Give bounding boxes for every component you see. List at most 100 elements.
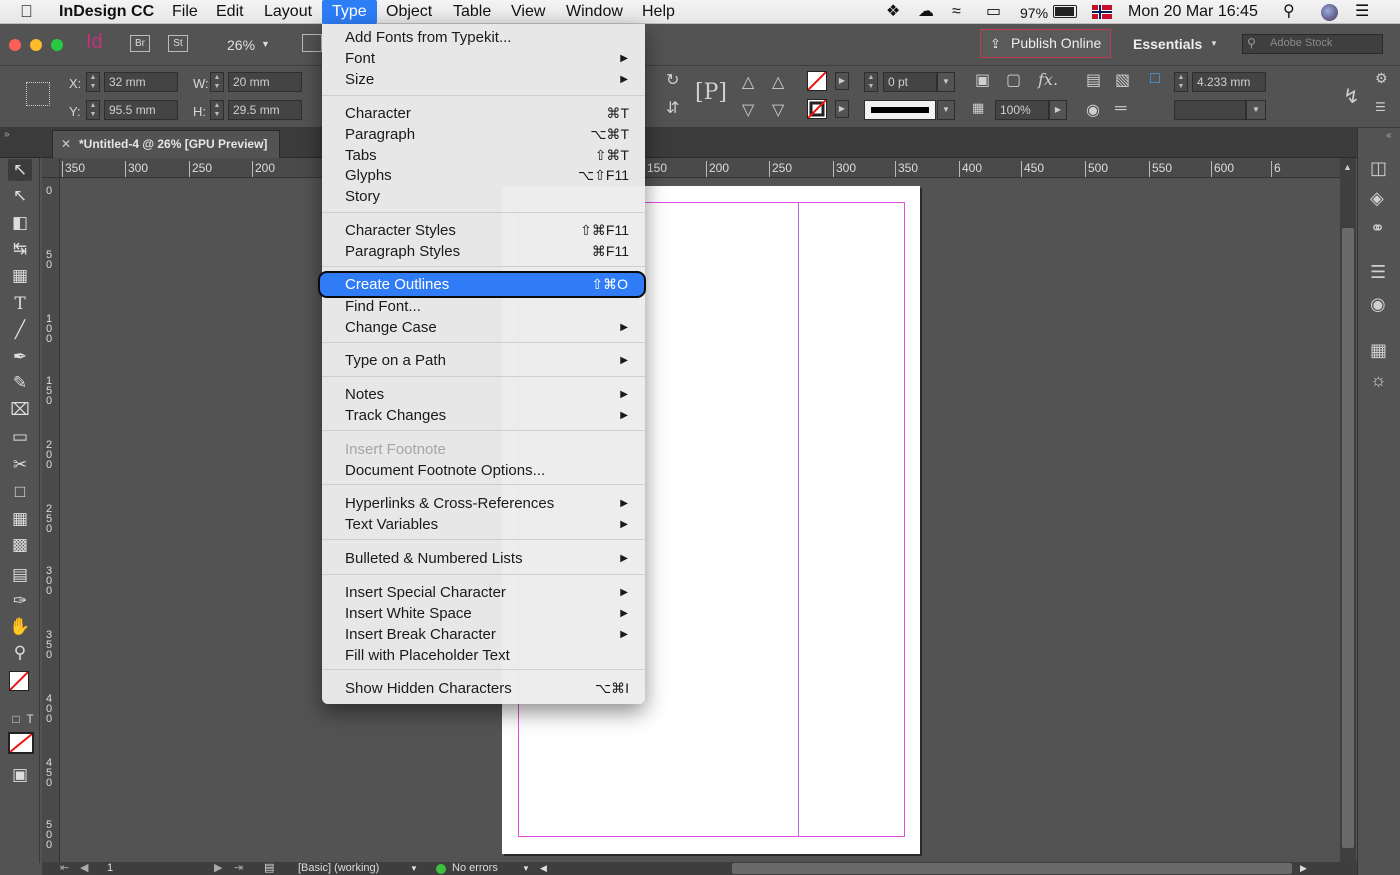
collapse-tools-icon[interactable]: » [4, 129, 10, 140]
text-wrap-bbox-icon[interactable]: ▧ [1115, 70, 1130, 90]
first-page-icon[interactable]: ⇤ [60, 862, 69, 875]
screen-mode-icon[interactable]: ▣ [8, 764, 32, 786]
line-tool-icon[interactable]: ╱ [8, 319, 32, 341]
gradient-tool-icon[interactable]: ▦ [8, 508, 32, 530]
menu-item-paragraph-styles[interactable]: Paragraph Styles ⌘F11 [322, 241, 645, 262]
menu-item-hyperlinks-cross-references[interactable]: Hyperlinks & Cross-References ▶ [322, 493, 645, 514]
menu-item-track-changes[interactable]: Track Changes ▶ [322, 405, 645, 426]
fill-menu-arrow[interactable]: ▶ [835, 72, 849, 90]
siri-icon[interactable] [1321, 4, 1338, 21]
pages-panel-icon[interactable]: ◫ [1370, 158, 1387, 179]
menu-item-notes[interactable]: Notes ▶ [322, 384, 645, 405]
x-field[interactable]: 32 mm [104, 72, 178, 92]
workspace-dropdown-icon[interactable]: ▼ [1210, 39, 1218, 48]
align-dropdown[interactable]: ▼ [1246, 100, 1266, 120]
stock-button[interactable]: St [168, 35, 188, 52]
menu-item-show-hidden-characters[interactable]: Show Hidden Characters ⌥⌘I [322, 678, 645, 699]
app-menu[interactable]: InDesign CC [59, 3, 154, 23]
creative-cloud-icon[interactable]: ☁ [918, 3, 934, 23]
menu-item-text-variables[interactable]: Text Variables ▶ [322, 514, 645, 535]
stroke-weight-stepper[interactable]: ▲ ▼ [864, 72, 878, 92]
x-stepper[interactable]: ▲ ▼ [86, 72, 100, 92]
menu-file[interactable]: File [172, 3, 198, 23]
dropbox-icon[interactable]: ❖ [886, 3, 900, 23]
free-transform-tool-icon[interactable]: □ [8, 481, 32, 503]
select-content-icon[interactable]: △ [772, 72, 784, 92]
menu-edit[interactable]: Edit [216, 3, 244, 23]
menu-layout[interactable]: Layout [264, 3, 312, 23]
menu-item-tabs[interactable]: Tabs ⇧⌘T [322, 145, 645, 166]
gradient-feather-tool-icon[interactable]: ▩ [8, 534, 32, 556]
y-stepper[interactable]: ▲ ▼ [86, 100, 100, 120]
adobe-stock-search[interactable]: ⚲ Adobe Stock [1242, 34, 1383, 54]
zoom-tool-icon[interactable]: ⚲ [8, 642, 32, 664]
select-next-icon[interactable]: ▽ [772, 100, 784, 120]
content-collector-icon[interactable]: ▦ [8, 265, 32, 287]
menu-item-type-on-a-path[interactable]: Type on a Path ▶ [322, 350, 645, 371]
notification-center-icon[interactable]: ☰ [1355, 3, 1369, 23]
gap-stepper[interactable]: ▲ ▼ [1174, 72, 1188, 92]
swatches-panel-icon[interactable]: ◉ [1370, 294, 1386, 315]
battery-icon[interactable] [1053, 5, 1077, 18]
cc-libraries-icon[interactable]: ▦ [1370, 340, 1387, 361]
w-stepper[interactable]: ▲ ▼ [210, 72, 224, 92]
menu-item-insert-break-character[interactable]: Insert Break Character ▶ [322, 624, 645, 645]
minimize-window-button[interactable] [30, 39, 42, 51]
gap-field[interactable]: 4.233 mm [1192, 72, 1266, 92]
fill-swatch[interactable] [807, 71, 827, 91]
text-wrap-jump-icon[interactable]: ═ [1115, 100, 1126, 118]
vertical-ruler[interactable]: 0 5 0 1 0 0 1 5 0 2 0 0 2 5 0 3 0 0 3 5 0 4 0 0 4… [42, 178, 60, 863]
preflight-status[interactable]: No errors [452, 862, 498, 875]
rectangle-tool-icon[interactable]: ▭ [8, 426, 32, 448]
w-field[interactable]: 20 mm [228, 72, 302, 92]
menu-item-create-outlines[interactable]: Create Outlines ⇧⌘O [318, 271, 646, 298]
expand-panels-icon[interactable]: « [1386, 130, 1392, 141]
reference-point-icon[interactable] [26, 82, 50, 106]
stroke-panel-icon[interactable]: ☰ [1370, 262, 1386, 283]
apple-icon[interactable]:  [20, 3, 33, 23]
links-panel-icon[interactable]: ⚭ [1370, 218, 1385, 239]
airplay-icon[interactable]: ▭ [986, 3, 1001, 23]
last-page-icon[interactable]: ⇥ [234, 862, 243, 875]
publish-online-button[interactable]: ⇪ Publish Online [980, 29, 1111, 58]
ruler-origin[interactable] [42, 158, 60, 178]
zoom-window-button[interactable] [51, 39, 63, 51]
close-window-button[interactable] [9, 39, 21, 51]
text-wrap-shape-icon[interactable]: ◉ [1086, 100, 1100, 120]
menu-type[interactable]: Type [322, 0, 377, 24]
effects-icon[interactable]: fx. [1038, 70, 1058, 89]
stroke-swatch[interactable] [807, 99, 827, 119]
menu-help[interactable]: Help [642, 3, 675, 23]
open-page-icon[interactable]: ▤ [264, 862, 274, 875]
stroke-type-select[interactable] [864, 100, 936, 120]
y-field[interactable]: 95.5 mm [104, 100, 178, 120]
document-tab[interactable]: ✕ *Untitled-4 @ 26% [GPU Preview] [52, 130, 280, 158]
menu-item-insert-special-character[interactable]: Insert Special Character ▶ [322, 582, 645, 603]
h-stepper[interactable]: ▲ ▼ [210, 100, 224, 120]
creative-cloud-panel-icon[interactable]: ☼ [1370, 370, 1387, 391]
text-wrap-none-icon[interactable]: ▤ [1086, 70, 1101, 90]
bridge-button[interactable]: Br [130, 35, 150, 52]
gap-tool-icon[interactable]: ↹ [8, 238, 32, 260]
menu-item-add-fonts-from-typekit[interactable]: Add Fonts from Typekit... [322, 27, 645, 48]
menu-item-paragraph[interactable]: Paragraph ⌥⌘T [322, 124, 645, 145]
stroke-weight-field[interactable]: 0 pt [883, 72, 937, 92]
basic-style-status[interactable]: [Basic] (working) [298, 862, 379, 875]
pen-tool-icon[interactable]: ✒ [8, 346, 32, 368]
opacity-arrow[interactable]: ▶ [1049, 100, 1067, 120]
rotate-icon[interactable]: ↻ [666, 70, 679, 90]
menu-item-change-case[interactable]: Change Case ▶ [322, 317, 645, 338]
shadow-toggle-icon[interactable]: ▢ [1006, 70, 1021, 90]
menu-item-size[interactable]: Size ▶ [322, 69, 645, 90]
workspace-switcher[interactable]: Essentials [1133, 36, 1202, 52]
panel-menu-icon[interactable]: ☰ [1375, 100, 1386, 114]
rectangle-frame-tool-icon[interactable]: ⌧ [8, 399, 32, 421]
menu-item-story[interactable]: Story [322, 186, 645, 207]
menu-item-find-font[interactable]: Find Font... [322, 296, 645, 317]
zoom-dropdown-icon[interactable]: ▼ [261, 39, 270, 49]
fill-stroke-swatches[interactable] [9, 671, 29, 691]
vertical-scrollbar[interactable]: ▲ [1340, 158, 1356, 863]
menu-view[interactable]: View [511, 3, 545, 23]
menu-object[interactable]: Object [386, 3, 432, 23]
quick-apply-icon[interactable]: ↯ [1343, 84, 1360, 109]
